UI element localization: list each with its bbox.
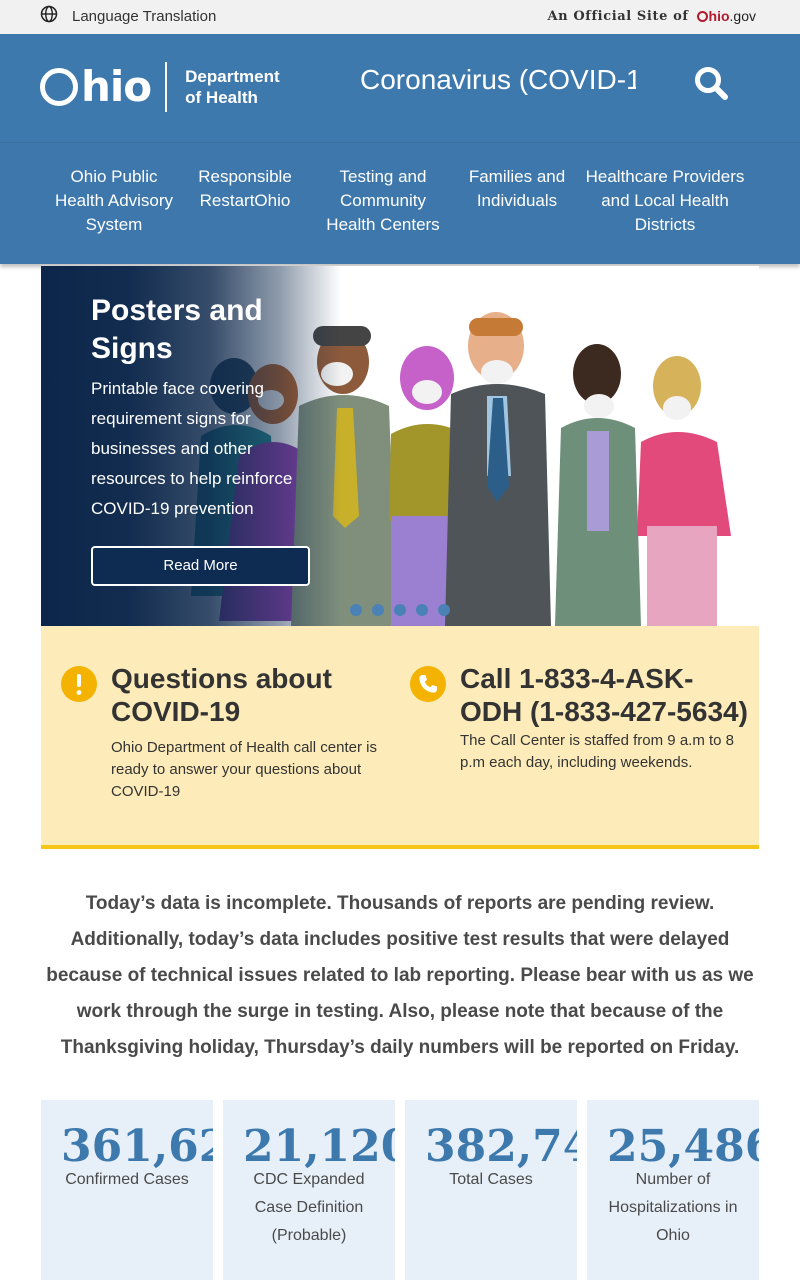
stat-card-confirmed: 361,623 Confirmed Cases (41, 1100, 213, 1280)
ohio-o-mark (696, 10, 708, 22)
exclamation-icon (61, 666, 97, 702)
search-icon (695, 67, 728, 100)
nav-item-health-advisory[interactable]: Ohio Public Health Advisory System (48, 165, 180, 237)
contact-info-panel: Questions about COVID-19 Ohio Department… (41, 626, 759, 845)
questions-text: Ohio Department of Health call center is… (111, 739, 377, 800)
carousel-dot-1[interactable] (350, 604, 362, 616)
hero-description: Printable face covering requirement sign… (91, 379, 293, 518)
stat-label: Number of Hospitalizations in Ohio (608, 1171, 738, 1244)
stat-card-total: 382,743 Total Cases (405, 1100, 577, 1280)
stat-label: CDC Expanded Case Definition (Probable) (253, 1171, 365, 1244)
official-site-label: An Official Site of (547, 8, 689, 24)
ohio-wordmark-o (40, 68, 78, 106)
call-center-title[interactable]: Call 1-833-4-ASK-ODH (1-833-427-5634) (460, 662, 750, 728)
ohio-wordmark: hio (40, 62, 152, 111)
stat-card-hospitalizations: 25,486 Number of Hospitalizations in Ohi… (587, 1100, 759, 1280)
carousel-dot-2[interactable] (372, 604, 384, 616)
logo-divider (165, 62, 168, 112)
carousel-pagination (350, 604, 460, 616)
hero-title: Posters and Signs (91, 294, 263, 365)
site-header: hio Department of Health Coronavirus (CO… (0, 34, 800, 142)
odh-logo[interactable]: hio Department of Health (40, 62, 280, 112)
read-more-button[interactable]: Read More (91, 546, 310, 586)
stat-card-probable: 21,120 CDC Expanded Case Definition (Pro… (223, 1100, 395, 1280)
questions-title: Questions about COVID-19 (111, 663, 332, 727)
nav-item-families[interactable]: Families and Individuals (462, 165, 572, 213)
globe-icon (40, 5, 58, 28)
nav-item-healthcare-providers[interactable]: Healthcare Providers and Local Health Di… (580, 165, 750, 237)
language-translation-link[interactable]: Language Translation (40, 5, 216, 27)
stat-label: Confirmed Cases (65, 1171, 189, 1188)
logo-health-line: of Health (185, 88, 258, 107)
carousel-dot-3[interactable] (394, 604, 406, 616)
utility-bar: Language Translation An Official Site of… (0, 0, 800, 34)
ohio-gov-suffix: .gov (729, 8, 756, 24)
search-button[interactable] (692, 64, 732, 104)
carousel-dot-4[interactable] (416, 604, 428, 616)
nav-item-testing[interactable]: Testing and Community Health Centers (318, 165, 448, 237)
ohio-gov-logo[interactable]: hio .gov (696, 8, 756, 24)
carousel-dot-5[interactable] (438, 604, 450, 616)
ohio-wordmark-text: hio (81, 62, 152, 111)
logo-department-text: Department of Health (185, 66, 279, 108)
hero-carousel: Posters and Signs Printable face coverin… (41, 266, 759, 626)
official-site-notice: An Official Site of hio .gov (547, 6, 756, 26)
site-title[interactable]: Coronavirus (COVID-19) (360, 64, 636, 96)
stat-label: Total Cases (449, 1171, 533, 1188)
info-panel-accent-bar (41, 845, 759, 849)
call-center-text: The Call Center is staffed from 9 a.m to… (460, 732, 735, 771)
language-translation-label: Language Translation (72, 7, 217, 25)
main-navigation: Ohio Public Health Advisory System Respo… (0, 142, 800, 264)
ohio-gov-hio: hio (708, 8, 730, 24)
logo-department-line: Department (185, 67, 280, 86)
nav-item-restart-ohio[interactable]: Responsible RestartOhio (190, 165, 300, 213)
data-notice: Today’s data is incomplete. Thousands of… (46, 893, 754, 1058)
phone-icon (410, 666, 446, 702)
